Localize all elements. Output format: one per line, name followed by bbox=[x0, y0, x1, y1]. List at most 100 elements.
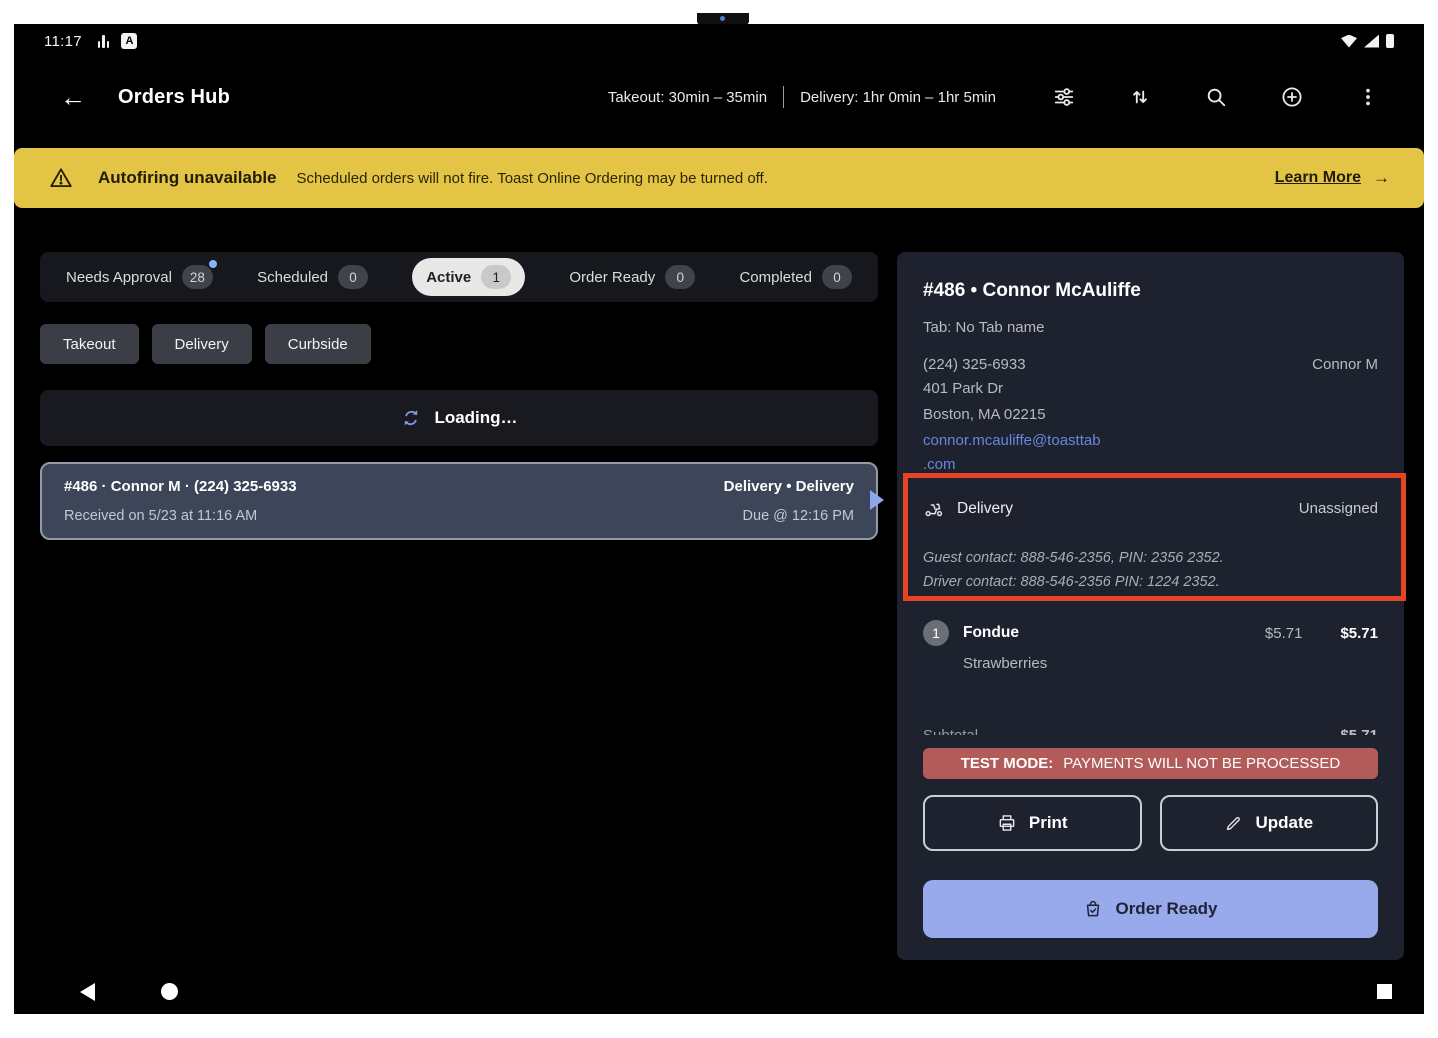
tab-count: 0 bbox=[677, 270, 685, 285]
android-nav-bar bbox=[14, 970, 1424, 1014]
banner-title: Autofiring unavailable bbox=[98, 168, 277, 188]
tab-order-ready[interactable]: Order Ready 0 bbox=[569, 265, 695, 289]
nav-back-button[interactable] bbox=[80, 983, 95, 1001]
tab-label: Scheduled bbox=[257, 269, 328, 286]
order-list-item[interactable]: #486 · Connor M · (224) 325-6933 Receive… bbox=[40, 462, 878, 540]
app-bar: ← Orders Hub Takeout: 30min – 35min Deli… bbox=[14, 64, 1424, 130]
cell-signal-icon bbox=[1364, 35, 1379, 48]
driver-contact-line: Driver contact: 888-546-2356 PIN: 1224 2… bbox=[923, 570, 1378, 594]
tab-count: 28 bbox=[190, 270, 205, 285]
page-title: Orders Hub bbox=[118, 86, 230, 109]
tab-needs-approval[interactable]: Needs Approval 28 bbox=[66, 265, 213, 289]
loading-indicator: Loading… bbox=[40, 390, 878, 446]
subtotal-row-clipped: Subtotal $5.71 bbox=[923, 726, 1378, 735]
prep-time-summary: Takeout: 30min – 35min Delivery: 1hr 0mi… bbox=[608, 86, 996, 108]
battery-icon bbox=[1386, 34, 1394, 48]
tab-label: Needs Approval bbox=[66, 269, 172, 286]
autofiring-banner: Autofiring unavailable Scheduled orders … bbox=[14, 148, 1424, 208]
order-received-time: Received on 5/23 at 11:16 AM bbox=[64, 508, 297, 524]
guest-email-link[interactable]: connor.mcauliffe@toasttab bbox=[923, 428, 1378, 454]
guest-contact-line: Guest contact: 888-546-2356, PIN: 2356 2… bbox=[923, 546, 1378, 570]
driver-assignment-status: Unassigned bbox=[1299, 496, 1378, 522]
update-button[interactable]: Update bbox=[1160, 795, 1379, 851]
test-mode-label: TEST MODE: bbox=[961, 755, 1054, 772]
pencil-icon bbox=[1224, 814, 1243, 833]
tab-count-badge: 0 bbox=[338, 265, 368, 289]
update-label: Update bbox=[1255, 813, 1313, 833]
test-mode-banner: TEST MODE: PAYMENTS WILL NOT BE PROCESSE… bbox=[923, 748, 1378, 779]
app-bar-actions bbox=[1052, 85, 1380, 109]
warning-triangle-icon bbox=[48, 165, 74, 191]
tab-completed[interactable]: Completed 0 bbox=[739, 265, 852, 289]
delivery-status-row: Delivery Unassigned bbox=[923, 496, 1378, 522]
dining-option-filters: Takeout Delivery Curbside bbox=[40, 324, 371, 364]
filter-sliders-icon[interactable] bbox=[1052, 85, 1076, 109]
sort-icon[interactable] bbox=[1128, 85, 1152, 109]
guest-phone: (224) 325-6933 bbox=[923, 354, 1026, 376]
order-ready-button[interactable]: Order Ready bbox=[923, 880, 1378, 938]
arrow-right-icon: → bbox=[1373, 168, 1390, 188]
tab-label: Active bbox=[426, 269, 471, 286]
tab-count: 1 bbox=[492, 270, 500, 285]
delivery-eta: Delivery: 1hr 0min – 1hr 5min bbox=[800, 89, 996, 106]
address-line2: Boston, MA 02215 bbox=[923, 402, 1378, 428]
tab-count: 0 bbox=[833, 270, 841, 285]
item-prices: $5.71 $5.71 bbox=[1265, 625, 1378, 642]
order-card-left: #486 · Connor M · (224) 325-6933 Receive… bbox=[64, 478, 297, 524]
order-status-tabs: Needs Approval 28 Scheduled 0 Active 1 O… bbox=[40, 252, 878, 302]
filter-curbside[interactable]: Curbside bbox=[265, 324, 371, 364]
tab-count-badge: 28 bbox=[182, 265, 213, 289]
tablet-screen: 11:17 A ← Orders Hub Takeout: 30min – 35… bbox=[14, 24, 1424, 1014]
takeout-eta: Takeout: 30min – 35min bbox=[608, 89, 767, 106]
filter-takeout[interactable]: Takeout bbox=[40, 324, 139, 364]
page: 11:17 A ← Orders Hub Takeout: 30min – 35… bbox=[0, 0, 1438, 1038]
print-label: Print bbox=[1029, 813, 1068, 833]
order-detail-panel: #486 • Connor McAuliffe Tab: No Tab name… bbox=[897, 252, 1404, 960]
subtotal-label: Subtotal bbox=[923, 726, 978, 735]
item-quantity-badge: 1 bbox=[923, 620, 949, 646]
tab-active[interactable]: Active 1 bbox=[412, 258, 525, 296]
refresh-icon bbox=[400, 407, 422, 429]
overflow-menu-icon[interactable] bbox=[1356, 85, 1380, 109]
tab-scheduled[interactable]: Scheduled 0 bbox=[257, 265, 368, 289]
delivery-label: Delivery bbox=[957, 496, 1013, 522]
item-total-price: $5.71 bbox=[1340, 625, 1378, 642]
item-modifier: Strawberries bbox=[963, 654, 1378, 674]
filter-delivery[interactable]: Delivery bbox=[152, 324, 252, 364]
learn-more-button[interactable]: Learn More → bbox=[1275, 168, 1390, 188]
order-ready-label: Order Ready bbox=[1115, 899, 1217, 919]
new-orders-dot bbox=[209, 260, 217, 268]
banner-message: Scheduled orders will not fire. Toast On… bbox=[297, 170, 768, 187]
bag-check-icon bbox=[1083, 899, 1103, 919]
address-line1: 401 Park Dr bbox=[923, 376, 1378, 402]
guest-email-link-wrap[interactable]: .com bbox=[923, 454, 1378, 476]
guest-short-name: Connor M bbox=[1312, 354, 1378, 376]
back-arrow-icon[interactable]: ← bbox=[60, 84, 86, 110]
order-summary: #486 · Connor M · (224) 325-6933 bbox=[64, 478, 297, 495]
camera-dot bbox=[720, 16, 725, 21]
notification-a-icon: A bbox=[121, 33, 137, 49]
tab-count-badge: 0 bbox=[665, 265, 695, 289]
print-button[interactable]: Print bbox=[923, 795, 1142, 851]
tab-name-line: Tab: No Tab name bbox=[923, 318, 1378, 338]
status-icons bbox=[1341, 34, 1394, 48]
delivery-contact-note: Guest contact: 888-546-2356, PIN: 2356 2… bbox=[923, 546, 1378, 594]
order-due-time: Due @ 12:16 PM bbox=[743, 508, 854, 524]
subtotal-value: $5.71 bbox=[1340, 726, 1378, 735]
eta-divider bbox=[783, 86, 784, 108]
learn-more-label: Learn More bbox=[1275, 169, 1361, 187]
status-bar: 11:17 A bbox=[14, 24, 1424, 58]
nav-recents-button[interactable] bbox=[1377, 984, 1392, 999]
item-unit-price: $5.71 bbox=[1265, 625, 1303, 642]
item-name: Fondue bbox=[963, 624, 1019, 642]
clock: 11:17 bbox=[44, 33, 82, 50]
tab-count: 0 bbox=[349, 270, 357, 285]
test-mode-message: PAYMENTS WILL NOT BE PROCESSED bbox=[1063, 755, 1340, 772]
wifi-icon bbox=[1341, 35, 1357, 48]
loading-label: Loading… bbox=[434, 408, 517, 428]
search-icon[interactable] bbox=[1204, 85, 1228, 109]
add-order-icon[interactable] bbox=[1280, 85, 1304, 109]
vibrate-icon bbox=[98, 34, 110, 48]
nav-home-button[interactable] bbox=[161, 983, 178, 1000]
contact-row: (224) 325-6933 Connor M bbox=[923, 354, 1378, 376]
